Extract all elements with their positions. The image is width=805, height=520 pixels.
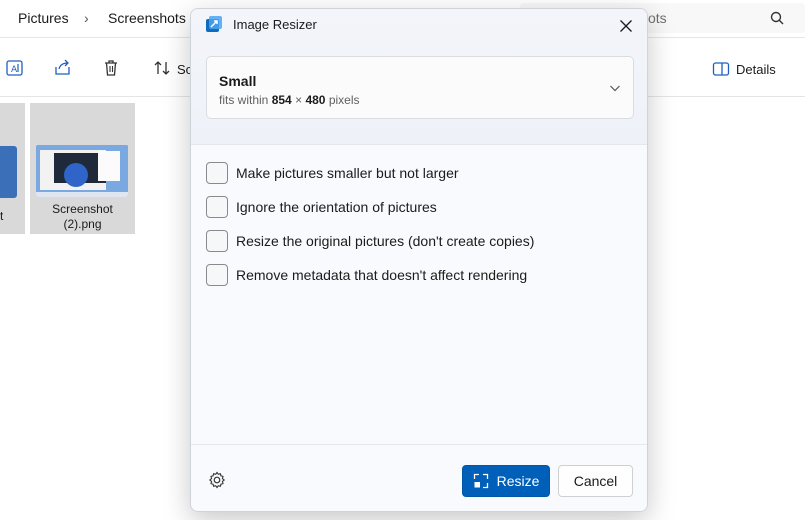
replace-originals-checkbox[interactable] bbox=[206, 230, 228, 252]
shrink-only-checkbox[interactable] bbox=[206, 162, 228, 184]
breadcrumb-pictures[interactable]: Pictures bbox=[18, 10, 69, 26]
file-name: t bbox=[0, 209, 4, 223]
file-tile-screenshot-1[interactable]: t bbox=[0, 103, 25, 234]
file-thumbnail bbox=[36, 145, 128, 197]
size-preset-select[interactable]: Small fits within 854 × 480 pixels bbox=[206, 56, 634, 119]
details-pane-icon bbox=[712, 62, 730, 76]
delete-icon[interactable] bbox=[100, 58, 122, 78]
search-placeholder: ots bbox=[648, 10, 667, 26]
option-label: Ignore the orientation of pictures bbox=[236, 199, 437, 215]
share-icon[interactable] bbox=[52, 58, 74, 78]
close-icon bbox=[620, 20, 632, 32]
cancel-button[interactable]: Cancel bbox=[558, 465, 633, 497]
rename-icon[interactable]: A bbox=[4, 58, 26, 78]
close-button[interactable] bbox=[611, 13, 641, 39]
file-thumbnail bbox=[0, 146, 17, 198]
size-preset-description: fits within 854 × 480 pixels bbox=[219, 93, 360, 107]
cancel-button-label: Cancel bbox=[573, 473, 618, 489]
option-remove-metadata[interactable]: Remove metadata that doesn't affect rend… bbox=[206, 264, 626, 286]
breadcrumb-screenshots[interactable]: Screenshots bbox=[108, 10, 186, 26]
option-label: Make pictures smaller but not larger bbox=[236, 165, 459, 181]
image-resizer-app-icon bbox=[206, 16, 222, 32]
size-preset-name: Small bbox=[219, 73, 257, 89]
search-icon[interactable] bbox=[768, 9, 786, 27]
option-ignore-orientation[interactable]: Ignore the orientation of pictures bbox=[206, 196, 626, 218]
option-label: Remove metadata that doesn't affect rend… bbox=[236, 267, 528, 283]
breadcrumb-chevron-icon: › bbox=[84, 10, 89, 26]
file-name: Screenshot (2).png bbox=[52, 202, 113, 231]
resize-button[interactable]: Resize bbox=[462, 465, 550, 497]
svg-text:A: A bbox=[11, 65, 18, 75]
option-label: Resize the original pictures (don't crea… bbox=[236, 233, 535, 249]
details-button[interactable]: Details bbox=[712, 56, 776, 82]
option-shrink-only[interactable]: Make pictures smaller but not larger bbox=[206, 162, 626, 184]
details-label: Details bbox=[736, 61, 776, 77]
image-resizer-dialog: Image Resizer Small fits within 854 × 48… bbox=[190, 8, 648, 512]
ignore-orientation-checkbox[interactable] bbox=[206, 196, 228, 218]
settings-gear-icon[interactable] bbox=[207, 470, 227, 490]
option-replace-originals[interactable]: Resize the original pictures (don't crea… bbox=[206, 230, 626, 252]
dialog-header: Image Resizer Small fits within 854 × 48… bbox=[191, 9, 647, 145]
sort-icon[interactable] bbox=[152, 58, 174, 78]
chevron-down-icon bbox=[610, 85, 620, 92]
resize-icon bbox=[473, 473, 488, 489]
resize-button-label: Resize bbox=[496, 473, 540, 489]
dialog-footer: Resize Cancel bbox=[191, 444, 647, 511]
remove-metadata-checkbox[interactable] bbox=[206, 264, 228, 286]
file-tile-screenshot-2[interactable]: Screenshot (2).png bbox=[30, 103, 135, 234]
dialog-title: Image Resizer bbox=[233, 17, 317, 32]
